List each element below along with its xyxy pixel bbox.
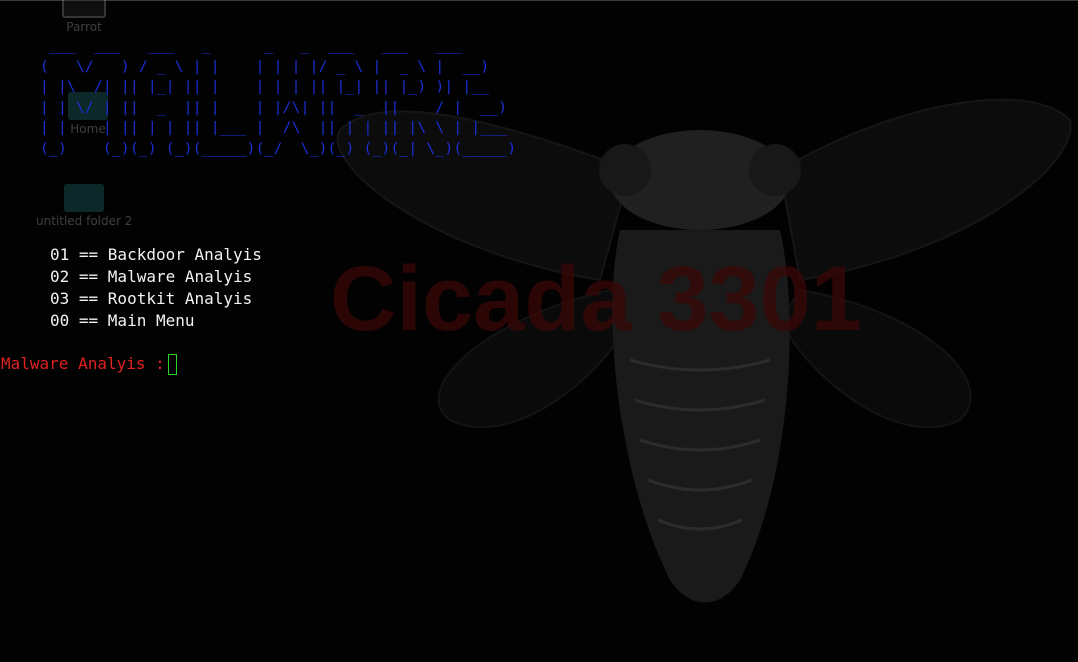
terminal-prompt[interactable]: Malware Analyis : (1, 353, 177, 375)
menu-item-malware: 02 == Malware Analyis (50, 267, 253, 286)
prompt-label: Malware Analyis : (1, 354, 165, 373)
ascii-banner-line: ( \/ ) / _ \ | | | | | |/ _ \ | _ \ | __… (40, 57, 490, 75)
computer-icon (62, 0, 106, 18)
ascii-banner-line: | |\ /| || |_| || | | | | || |_| || |_) … (40, 78, 490, 96)
window-top-border (0, 0, 1078, 1)
menu-item-backdoor: 01 == Backdoor Analyis (50, 245, 262, 264)
terminal-cursor[interactable] (167, 353, 177, 375)
desktop-icon-folder[interactable]: untitled folder 2 (36, 184, 132, 228)
folder-icon (64, 184, 105, 212)
menu-item-rootkit: 03 == Rootkit Analyis (50, 289, 253, 308)
desktop-icon-label: Parrot (66, 20, 102, 34)
desktop-icon-label: untitled folder 2 (36, 214, 133, 228)
ascii-banner-line: | | | || | | || |___ | /\ || | | || |\ \… (40, 119, 508, 137)
desktop-icon-computer[interactable]: Parrot (62, 0, 106, 34)
ascii-banner-line: ___ ___ ___ _ _ _ ___ ___ ___ (40, 37, 463, 54)
menu-item-main-menu: 00 == Main Menu (50, 311, 195, 330)
ascii-banner-line: (_) (_)(_) (_)(_____)(_/ \_)(_) (_)(_| \… (40, 139, 517, 157)
ascii-banner: ___ ___ ___ _ _ _ ___ ___ ___ ( \/ ) / _ … (40, 36, 516, 160)
ascii-banner-line: | | \/ | || _ || | | |/\| || _ || / | __… (40, 98, 508, 116)
terminal-menu: 01 == Backdoor Analyis 02 == Malware Ana… (50, 244, 262, 332)
wallpaper-text: Cicada 3301 (330, 248, 862, 350)
